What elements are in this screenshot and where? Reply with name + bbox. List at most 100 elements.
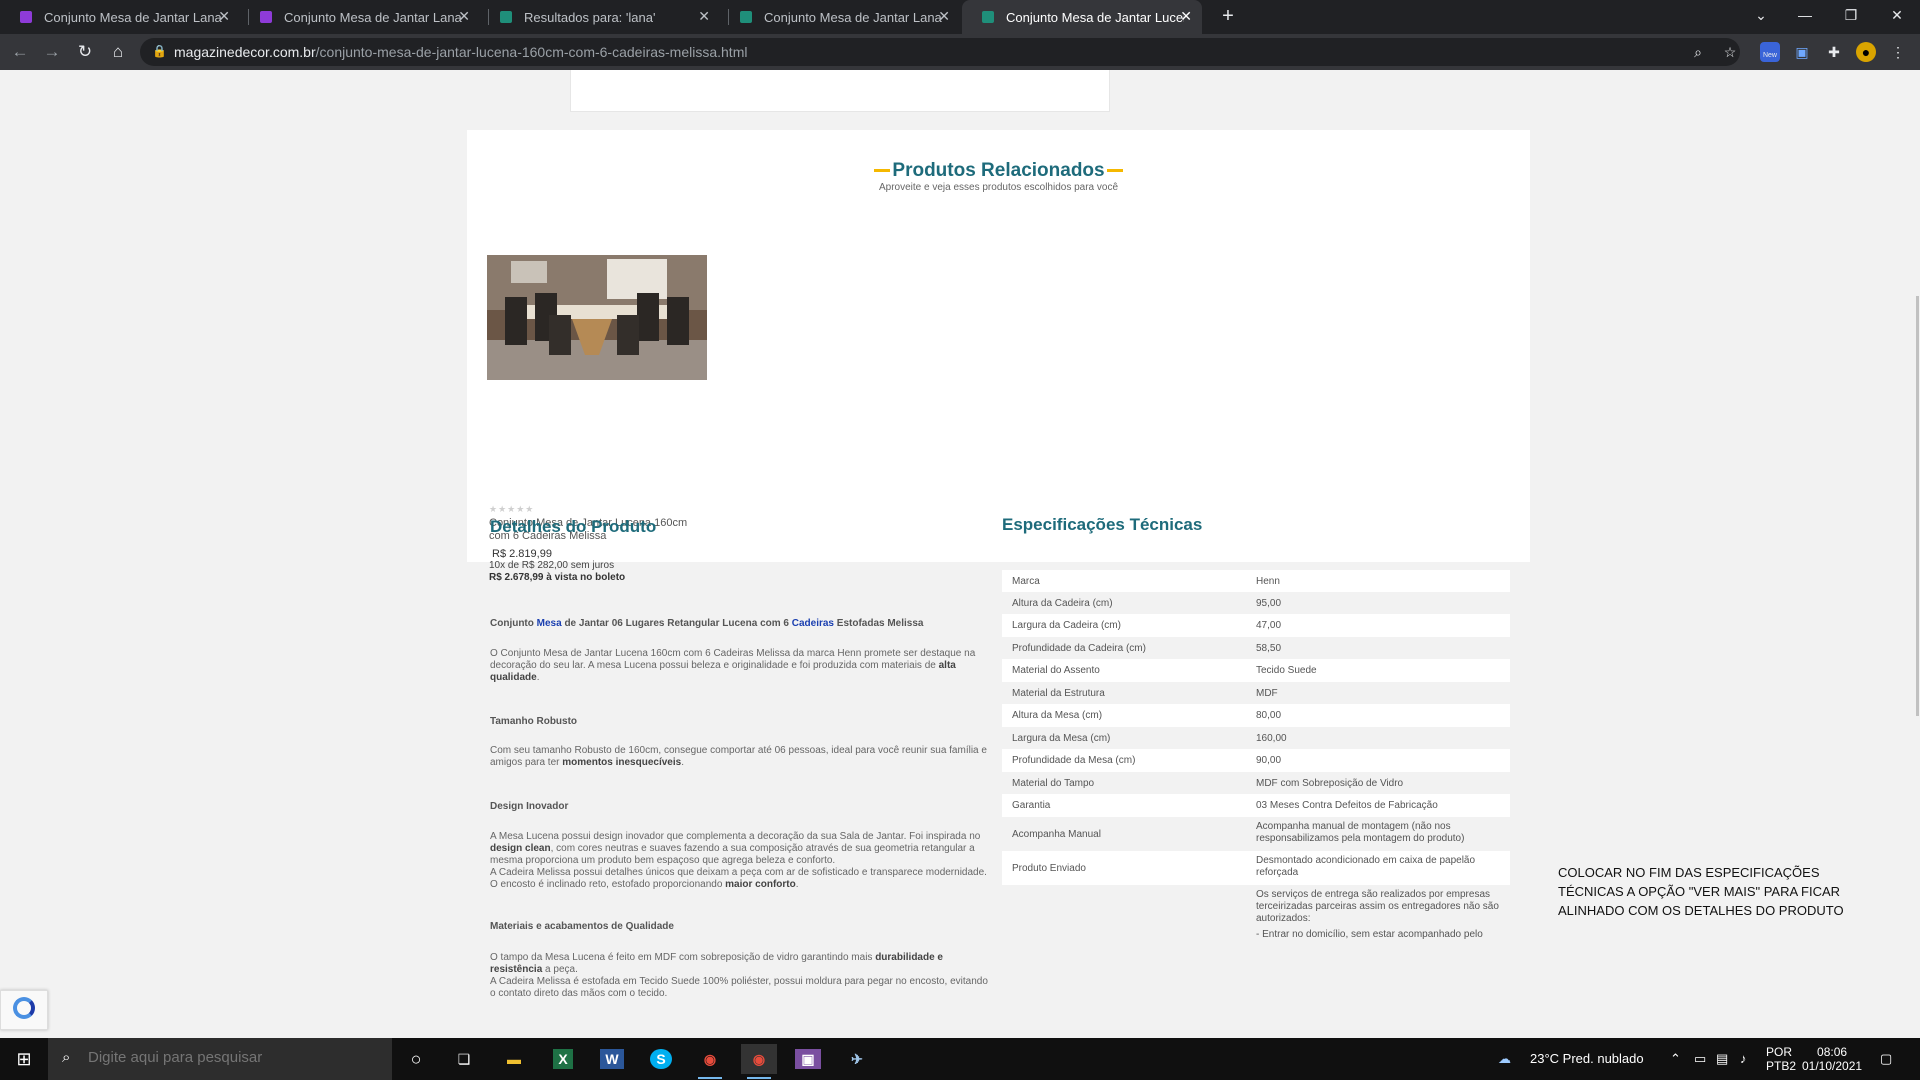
volume-icon[interactable]: ♪ xyxy=(1740,1038,1747,1080)
tray-chevron-icon[interactable]: ⌃ xyxy=(1670,1038,1681,1080)
excel-icon[interactable]: X xyxy=(545,1044,581,1074)
mesa-link[interactable]: Mesa xyxy=(537,618,562,629)
taskbar-search-box[interactable]: ⌕ xyxy=(48,1038,392,1080)
site-favicon-icon xyxy=(20,11,32,23)
windows-start-icon[interactable]: ⊞ xyxy=(0,1038,48,1080)
spec-row: Altura da Cadeira (cm) 95,00 xyxy=(1012,598,1282,609)
tab-2[interactable]: Conjunto Mesa de Jantar Lana 14 ✕ xyxy=(240,0,480,34)
extension-rainbow-icon[interactable]: New xyxy=(1760,42,1780,62)
details-paragraph-2: Com seu tamanho Robusto de 160cm, conseg… xyxy=(490,745,987,768)
tab-search-icon[interactable]: ⌄ xyxy=(1738,0,1784,34)
spec-row: Marca Henn xyxy=(1002,570,1510,592)
meet-icon[interactable]: ▭ xyxy=(1694,1038,1706,1080)
new-tab-button[interactable]: + xyxy=(1216,4,1240,28)
related-subtitle: Aproveite e veja esses produtos escolhid… xyxy=(878,182,1119,193)
spec-row: Material do Assento Tecido Suede xyxy=(1002,659,1510,682)
cadeiras-link[interactable]: Cadeiras xyxy=(792,618,834,629)
site-favicon-icon xyxy=(500,11,512,23)
spec-row: Altura da Mesa (cm) 80,00 xyxy=(1002,704,1510,727)
product-boleto-price: R$ 2.678,99 à vista no boleto xyxy=(489,572,626,583)
profile-avatar[interactable]: ● xyxy=(1856,42,1876,62)
weather-icon[interactable]: ☁ xyxy=(1498,1038,1511,1080)
spec-row: Os serviços de entrega são realizados po… xyxy=(1256,889,1499,924)
close-tab-icon[interactable]: ✕ xyxy=(698,8,710,25)
system-tray: ☁ 23°C Pred. nublado ⌃ ▭ ▤ ♪ POR PTB2 08:… xyxy=(1490,1038,1920,1080)
file-explorer-icon[interactable]: ▬ xyxy=(496,1044,532,1074)
lock-icon[interactable]: 🔒 xyxy=(152,44,167,58)
store-icon[interactable]: ▣ xyxy=(790,1044,826,1074)
close-tab-icon[interactable]: ✕ xyxy=(938,8,950,25)
recaptcha-badge[interactable] xyxy=(0,990,48,1030)
details-heading-design: Design Inovador xyxy=(490,801,569,812)
chrome-icon[interactable]: ◉ xyxy=(741,1044,777,1079)
tab-bar: Conjunto Mesa de Jantar Lana 14 ✕ Conjun… xyxy=(0,0,1920,34)
reload-icon[interactable]: ↻ xyxy=(73,40,97,64)
details-paragraph-3: A Mesa Lucena possui design inovador que… xyxy=(490,831,987,890)
spec-row: Produto Enviado Desmontado acondicionado … xyxy=(1002,851,1510,885)
clock[interactable]: 08:06 01/10/2021 xyxy=(1802,1045,1862,1073)
tab-5-active[interactable]: Conjunto Mesa de Jantar Lucena ✕ xyxy=(962,0,1202,34)
browser-toolbar: ← → ↻ ⌂ 🔒 magazinedecor.com.br/conjunto-… xyxy=(0,34,1920,70)
spec-row: Acompanha Manual Acompanha manual de mont… xyxy=(1012,821,1465,844)
product-installments: 10x de R$ 282,00 sem juros xyxy=(489,560,615,571)
menu-dots-icon[interactable]: ⋮ xyxy=(1888,42,1908,62)
tab-title: Conjunto Mesa de Jantar Lana 14 xyxy=(764,9,942,25)
tab-3[interactable]: Resultados para: 'lana' ✕ xyxy=(480,0,720,34)
related-products-section: Produtos Relacionados Aproveite e veja e… xyxy=(467,130,1530,583)
tab-4[interactable]: Conjunto Mesa de Jantar Lana 14 ✕ xyxy=(720,0,960,34)
spec-row: Material da Estrutura MDF xyxy=(1012,688,1278,699)
cortana-icon[interactable]: ○ xyxy=(398,1044,434,1074)
word-icon[interactable]: W xyxy=(594,1044,630,1074)
specs-table: Marca Henn Altura da Cadeira (cm) 95,00 La… xyxy=(1002,570,1510,945)
details-paragraph-4: O tampo da Mesa Lucena é feito em MDF co… xyxy=(490,952,988,999)
bookmark-star-icon[interactable]: ☆ xyxy=(1720,42,1740,62)
related-title: Produtos Relacionados xyxy=(467,160,1530,182)
recaptcha-icon xyxy=(13,997,35,1019)
notifications-icon[interactable]: ▢ xyxy=(1880,1038,1892,1080)
url-text[interactable]: magazinedecor.com.br/conjunto-mesa-de-ja… xyxy=(174,44,747,60)
close-tab-icon[interactable]: ✕ xyxy=(458,8,470,25)
taskbar-search-input[interactable] xyxy=(88,1049,378,1066)
language-indicator[interactable]: POR PTB2 xyxy=(1766,1045,1796,1073)
chrome-profile-icon[interactable]: ◉ xyxy=(692,1044,728,1079)
minimize-button[interactable]: — xyxy=(1782,0,1828,34)
details-intro: Conjunto Mesa de Jantar 06 Lugares Retan… xyxy=(490,618,924,629)
product-image[interactable] xyxy=(487,255,707,380)
tab-title: Conjunto Mesa de Jantar Lana 14 xyxy=(44,9,222,25)
app-bird-icon[interactable]: ✈ xyxy=(839,1044,875,1074)
forward-arrow-icon[interactable]: → xyxy=(40,40,64,64)
restore-button[interactable]: ❐ xyxy=(1828,0,1874,34)
spec-row: - Entrar no domicílio, sem estar acompan… xyxy=(1256,929,1483,940)
site-favicon-icon xyxy=(260,11,272,23)
spec-row: Garantia 03 Meses Contra Defeitos de Fabr… xyxy=(1002,794,1510,817)
close-tab-icon[interactable]: ✕ xyxy=(1180,8,1192,25)
details-heading-materiais: Materiais e acabamentos de Qualidade xyxy=(490,921,674,932)
task-view-icon[interactable]: ❏ xyxy=(446,1044,482,1074)
rating-stars: ★★★★★ xyxy=(489,504,535,514)
spec-row: Profundidade da Mesa (cm) 90,00 xyxy=(1002,749,1510,772)
close-window-button[interactable]: ✕ xyxy=(1874,0,1920,34)
details-title: Detalhes do Produto xyxy=(490,517,657,536)
tab-title: Conjunto Mesa de Jantar Lucena xyxy=(1006,9,1184,25)
scrollbar-thumb[interactable] xyxy=(1916,296,1919,716)
network-icon[interactable]: ▤ xyxy=(1716,1038,1728,1080)
back-arrow-icon[interactable]: ← xyxy=(8,40,32,64)
zoom-icon[interactable]: ⌕ xyxy=(1688,42,1708,62)
annotation-note: COLOCAR NO FIM DAS ESPECIFICAÇÕES TÉCNIC… xyxy=(1558,865,1844,918)
details-paragraph-1: O Conjunto Mesa de Jantar Lucena 160cm c… xyxy=(490,648,976,683)
close-tab-icon[interactable]: ✕ xyxy=(218,8,230,25)
extension-window-icon[interactable]: ▣ xyxy=(1792,42,1812,62)
site-favicon-icon xyxy=(740,11,752,23)
windows-taskbar: ⊞ ⌕ ○ ❏ ▬ X W S ◉ ◉ ▣ ✈ ☁ 23°C Pred. nub… xyxy=(0,1038,1920,1080)
tab-1[interactable]: Conjunto Mesa de Jantar Lana 14 ✕ xyxy=(0,0,240,34)
skype-icon[interactable]: S xyxy=(643,1044,679,1074)
spec-row: Profundidade da Cadeira (cm) 58,50 xyxy=(1012,643,1282,654)
extensions-puzzle-icon[interactable]: ✚ xyxy=(1824,42,1844,62)
address-bar[interactable]: 🔒 magazinedecor.com.br/conjunto-mesa-de-… xyxy=(140,38,1740,66)
spec-row: Largura da Cadeira (cm) 47,00 xyxy=(1002,614,1510,637)
home-icon[interactable]: ⌂ xyxy=(106,40,130,64)
weather-text[interactable]: 23°C Pred. nublado xyxy=(1530,1038,1644,1080)
site-favicon-icon xyxy=(982,11,994,23)
spec-row: Material do Tampo MDF com Sobreposição de… xyxy=(1012,778,1404,789)
tab-title: Conjunto Mesa de Jantar Lana 14 xyxy=(284,9,462,25)
